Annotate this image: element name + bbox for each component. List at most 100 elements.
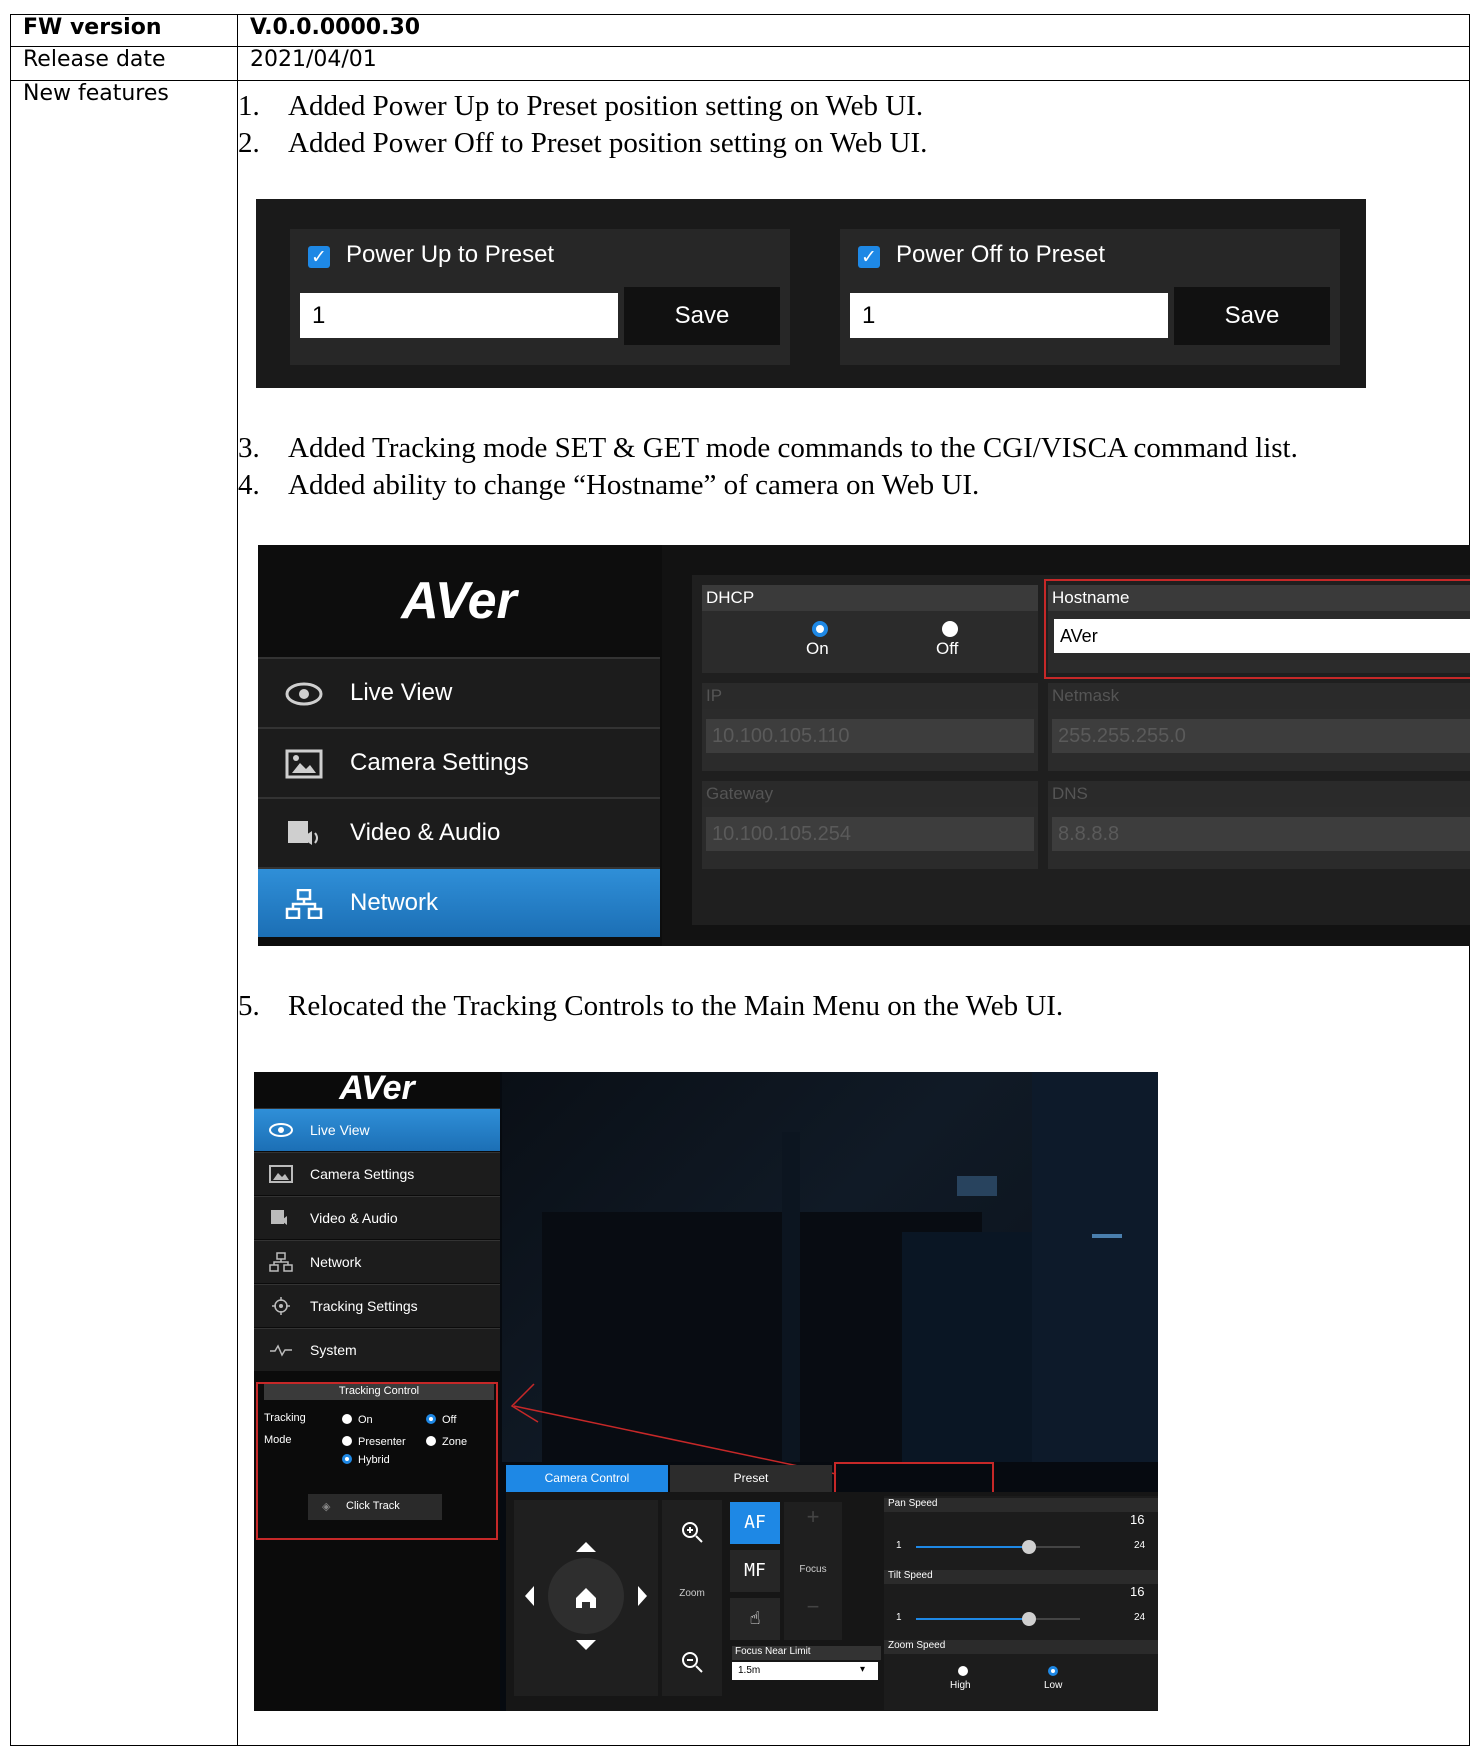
fw-version-label: FW version: [10, 14, 238, 47]
focus-column: + Focus −: [784, 1502, 842, 1640]
feature-item: 3. Added Tracking mode SET & GET mode com…: [238, 432, 1298, 464]
dhcp-cell: On Off: [702, 611, 1038, 673]
tracking-control-highlight: [256, 1382, 498, 1540]
pan-speed-value: 16: [1130, 1512, 1145, 1527]
zoom-speed-high-radio[interactable]: [958, 1666, 968, 1676]
sidebar-item-tracking-settings[interactable]: Tracking Settings: [254, 1284, 500, 1327]
dhcp-off-radio[interactable]: [942, 621, 958, 637]
pan-speed-knob[interactable]: [1022, 1540, 1036, 1554]
image-icon: [268, 1164, 294, 1184]
sidebar: AVer Live View Camera Settings Video & A…: [254, 1072, 500, 1711]
focus-plus-icon[interactable]: +: [784, 1504, 842, 1530]
zoom-column: Zoom: [662, 1500, 722, 1696]
power-up-save-button[interactable]: Save: [624, 287, 780, 345]
preset-settings-screenshot: ✓ Power Up to Preset 1 Save ✓ Power Off …: [256, 199, 1366, 388]
pan-speed-min: 1: [896, 1540, 902, 1551]
ip-label: IP: [702, 683, 1038, 709]
pan-speed-max: 24: [1134, 1540, 1146, 1551]
pan-speed-slider[interactable]: [916, 1546, 1028, 1548]
gateway-input[interactable]: 10.100.105.254: [706, 817, 1034, 851]
power-off-input[interactable]: 1: [850, 293, 1168, 338]
power-up-input[interactable]: 1: [300, 293, 618, 338]
network-icon: [268, 1252, 294, 1272]
sidebar-item-live-view[interactable]: Live View: [254, 1108, 500, 1151]
power-off-save-button[interactable]: Save: [1174, 287, 1330, 345]
gateway-cell: 10.100.105.254: [702, 807, 1038, 869]
eye-icon: [268, 1120, 294, 1140]
netmask-input[interactable]: 255.255.255.0: [1052, 719, 1470, 753]
sidebar-item-network[interactable]: Network: [254, 1240, 500, 1283]
zoom-speed-low-radio[interactable]: [1048, 1666, 1058, 1676]
dhcp-off-label: Off: [936, 639, 959, 658]
focus-minus-icon[interactable]: −: [784, 1594, 842, 1620]
left-arrow-icon: [525, 1586, 534, 1606]
release-date-label: Release date: [10, 46, 238, 81]
feature-item: 1. Added Power Up to Preset position sett…: [238, 90, 924, 122]
dhcp-on-label: On: [806, 639, 829, 658]
dns-input[interactable]: 8.8.8.8: [1052, 817, 1470, 851]
aver-logo: AVer: [401, 572, 517, 630]
dns-label: DNS: [1048, 781, 1470, 807]
sidebar-item-network[interactable]: Network: [258, 867, 660, 937]
network-icon: [284, 888, 324, 920]
zoom-speed-low-label: Low: [1044, 1680, 1063, 1691]
power-up-label: Power Up to Preset: [346, 241, 555, 268]
feature-item: 4. Added ability to change “Hostname” of …: [238, 469, 980, 501]
right-arrow-icon: [638, 1586, 647, 1606]
new-features-label: New features: [10, 80, 238, 1746]
tilt-speed-max: 24: [1134, 1612, 1146, 1623]
video-audio-icon: [284, 819, 324, 849]
eye-icon: [284, 679, 324, 709]
power-off-panel: ✓ Power Off to Preset 1 Save: [840, 229, 1340, 365]
ptz-pad: [514, 1500, 658, 1696]
power-up-panel: ✓ Power Up to Preset 1 Save: [290, 229, 790, 365]
ip-input[interactable]: 10.100.105.110: [706, 719, 1034, 753]
sidebar-item-camera-settings[interactable]: Camera Settings: [258, 727, 660, 797]
touch-focus-button[interactable]: ☝: [730, 1598, 780, 1640]
tilt-speed-min: 1: [896, 1612, 902, 1623]
network-settings-screenshot: AVer Live View Camera Settings Video & A…: [258, 545, 1470, 946]
sidebar-item-system[interactable]: System: [254, 1328, 500, 1371]
power-off-label: Power Off to Preset: [896, 241, 1105, 268]
netmask-label: Netmask: [1048, 683, 1470, 709]
sidebar-item-video-audio[interactable]: Video & Audio: [254, 1196, 500, 1239]
focus-near-limit-label: Focus Near Limit: [732, 1646, 881, 1660]
tab-camera-control[interactable]: Camera Control: [506, 1465, 668, 1492]
release-date-value: 2021/04/01: [237, 46, 1470, 81]
netmask-cell: 255.255.255.0: [1048, 709, 1470, 771]
live-view-screenshot: AVer Live View Camera Settings Video & A…: [254, 1072, 1158, 1711]
sidebar: AVer Live View Camera Settings Video & A…: [258, 545, 662, 946]
up-arrow-icon: [576, 1542, 596, 1552]
power-up-checkbox[interactable]: ✓: [308, 246, 330, 268]
sidebar-item-live-view[interactable]: Live View: [258, 657, 660, 727]
chevron-down-icon: ▾: [860, 1664, 866, 1675]
pulse-icon: [268, 1340, 294, 1360]
mf-button[interactable]: MF: [730, 1550, 780, 1592]
hostname-highlight: [1044, 579, 1470, 679]
focus-near-limit-select[interactable]: 1.5m ▾: [732, 1662, 878, 1680]
zoom-in-icon[interactable]: [680, 1520, 704, 1544]
dns-cell: 8.8.8.8: [1048, 807, 1470, 869]
power-off-checkbox[interactable]: ✓: [858, 246, 880, 268]
feature-item: 2. Added Power Off to Preset position set…: [238, 127, 928, 159]
hand-pointer-icon: ☝: [749, 1608, 761, 1629]
crosshair-icon: [268, 1296, 294, 1316]
fw-version-value: V.0.0.0000.30: [237, 14, 1470, 47]
zoom-speed-label: Zoom Speed: [884, 1640, 1158, 1654]
focus-label: Focus: [799, 1564, 827, 1575]
feature-item: 5. Relocated the Tracking Controls to the…: [238, 990, 1064, 1022]
zoom-out-icon[interactable]: [680, 1650, 704, 1674]
sidebar-item-camera-settings[interactable]: Camera Settings: [254, 1152, 500, 1195]
tilt-speed-slider[interactable]: [916, 1618, 1028, 1620]
video-audio-icon: [268, 1208, 294, 1228]
speed-panel: Pan Speed 16 1 24 Tilt Speed 16 1 24 Zoo…: [884, 1496, 1158, 1710]
sidebar-item-video-audio[interactable]: Video & Audio: [258, 797, 660, 867]
network-form: DHCP On Off Hostname AVer IP 10.100.105.…: [692, 575, 1470, 925]
tab-highlight: [834, 1462, 994, 1494]
tilt-speed-knob[interactable]: [1022, 1612, 1036, 1626]
zoom-speed-high-label: High: [950, 1680, 971, 1691]
ip-cell: 10.100.105.110: [702, 709, 1038, 771]
tab-preset[interactable]: Preset: [670, 1465, 832, 1492]
dhcp-on-radio[interactable]: [812, 621, 828, 637]
af-button[interactable]: AF: [730, 1502, 780, 1544]
